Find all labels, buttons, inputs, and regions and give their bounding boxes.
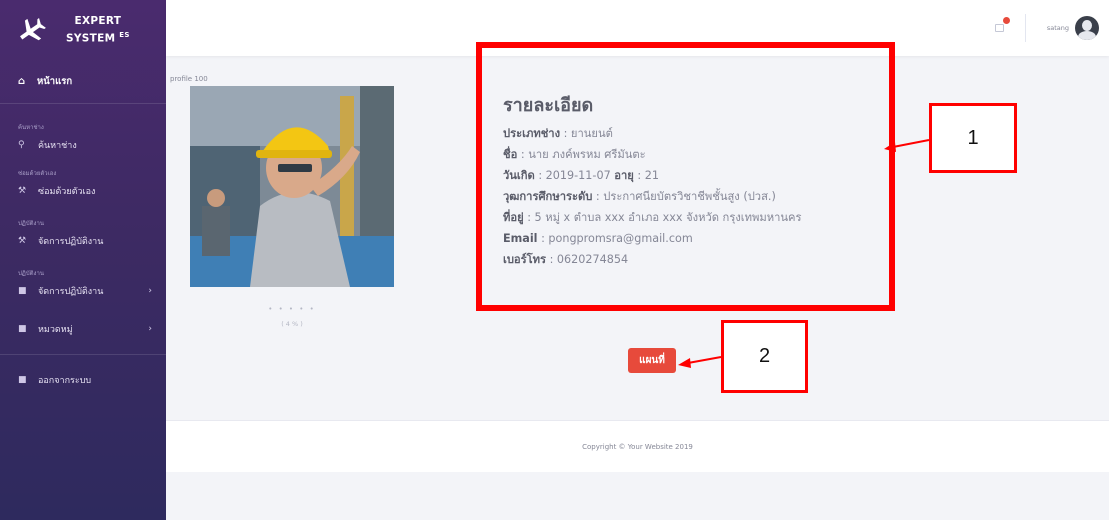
brand-line1: EXPERT (74, 15, 122, 28)
wrench-icon: ⚒ (18, 186, 27, 196)
footer: Copyright © Your Website 2019 (166, 420, 1109, 472)
sidebar-section-label: ปฏิบัติงาน (18, 270, 44, 277)
sidebar-item-self-repair[interactable]: ⚒ ซ่อมด้วยตัวเอง (0, 178, 166, 204)
sidebar-item-label: ค้นหาช่าง (38, 141, 77, 151)
notification-badge (1003, 17, 1010, 24)
sidebar-item-label: ซ่อมด้วยตัวเอง (38, 187, 96, 197)
sidebar-section-label: ปฏิบัติงาน (18, 220, 44, 227)
sidebar-item-manage-work[interactable]: ⚒ จัดการปฏิบัติงาน (0, 228, 166, 254)
user-avatar-icon[interactable] (1075, 16, 1099, 40)
sidebar-item-label: หน้าแรก (37, 76, 73, 87)
profile-photo-illustration (190, 86, 394, 287)
annotation-arrow-2 (687, 356, 722, 364)
sidebar-item-label: จัดการปฏิบัติงาน (38, 237, 104, 247)
folder-icon: ■ (18, 286, 27, 296)
copyright-text: Copyright © Your Website 2019 (582, 442, 693, 451)
sidebar-item-search-technician[interactable]: ⚲ ค้นหาช่าง (0, 132, 166, 158)
chevron-right-icon: › (148, 324, 152, 334)
topbar-divider (1025, 14, 1026, 42)
airplane-icon (20, 18, 46, 41)
sidebar: EXPERT SYSTEM ES ⌂ หน้าแรก ค้นหาช่าง ⚲ ค… (0, 0, 166, 520)
rating-stars: • • • • • (268, 305, 316, 313)
annotation-arrowhead-2 (678, 358, 691, 368)
sidebar-item-label: หมวดหมู่ (38, 325, 73, 335)
profile-photo (190, 86, 394, 287)
brand-line2: SYSTEM (66, 32, 116, 45)
notification-icon-body (995, 24, 1004, 32)
annotation-label-2: 2 (721, 320, 808, 393)
avatar-head (1082, 20, 1092, 31)
notification-icon[interactable] (993, 17, 1010, 36)
sidebar-divider (0, 103, 166, 104)
sidebar-item-category[interactable]: ■ หมวดหมู่ › (0, 316, 166, 342)
rating-percent: ( 4 % ) (281, 320, 303, 328)
search-icon: ⚲ (18, 140, 25, 150)
sidebar-item-logout[interactable]: ■ ออกจากระบบ (0, 367, 166, 393)
chevron-right-icon: › (148, 286, 152, 296)
folder-icon: ■ (18, 324, 27, 334)
username[interactable]: satang (1047, 24, 1069, 32)
brand[interactable]: EXPERT SYSTEM ES (0, 0, 166, 60)
wrench-icon: ⚒ (18, 236, 27, 246)
brand-title: EXPERT SYSTEM ES (66, 14, 130, 46)
annotation-arrow-1 (892, 139, 930, 148)
sidebar-item-home[interactable]: ⌂ หน้าแรก (0, 66, 166, 97)
sidebar-item-label: ออกจากระบบ (38, 376, 92, 386)
annotation-label-1: 1 (929, 103, 1017, 173)
sidebar-item-manage-work-menu[interactable]: ■ จัดการปฏิบัติงาน › (0, 278, 166, 304)
profile-caption: profile 100 (170, 75, 208, 83)
folder-icon: ■ (18, 375, 27, 385)
annotation-box-details (476, 42, 895, 311)
sidebar-item-label: จัดการปฏิบัติงาน (38, 287, 104, 297)
map-button[interactable]: แผนที่ (628, 348, 676, 373)
avatar-shoulders (1078, 31, 1096, 40)
sidebar-section-label: ค้นหาช่าง (18, 124, 44, 131)
sidebar-divider (0, 354, 166, 355)
home-icon: ⌂ (18, 76, 26, 87)
brand-sup: ES (119, 31, 130, 40)
sidebar-section-label: ซ่อมด้วยตัวเอง (18, 170, 57, 177)
